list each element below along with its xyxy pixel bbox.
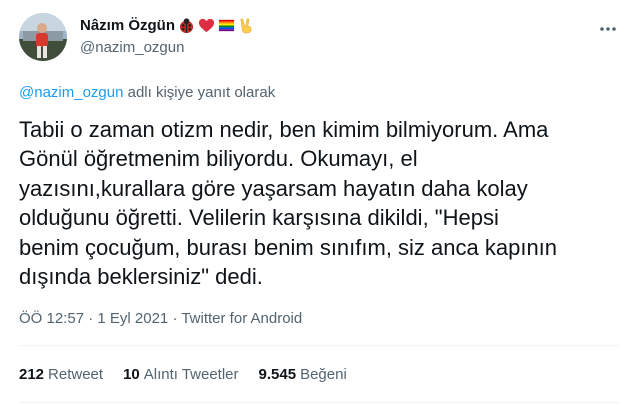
quote-tweets-stat[interactable]: 10 Alıntı Tweetler xyxy=(123,366,238,383)
tweet-detail: Nâzım Özgün @nazim_ozgun @nazim_ozgun ad… xyxy=(0,0,635,405)
meta-separator: · xyxy=(84,310,98,327)
quote-tweets-label: Alıntı Tweetler xyxy=(143,366,239,383)
tweet-stats: 212 Retweet 10 Alıntı Tweetler 9.545 Beğeni xyxy=(19,366,347,383)
retweets-count: 212 xyxy=(19,366,45,383)
meta-separator: · xyxy=(168,310,182,327)
likes-label: Beğeni xyxy=(300,366,347,383)
avatar-photo xyxy=(19,13,67,61)
reply-context-label: adlı kişiye yanıt olarak xyxy=(123,84,276,101)
user-handle[interactable]: @nazim_ozgun xyxy=(80,39,184,56)
avatar[interactable] xyxy=(19,13,67,61)
tweet-text: Tabii o zaman otizm nedir, ben kimim bil… xyxy=(19,117,558,290)
ladybug-icon xyxy=(178,17,195,34)
tweet-time[interactable]: ÖÖ 12:57 xyxy=(19,310,84,327)
divider xyxy=(19,345,619,346)
quote-tweets-count: 10 xyxy=(123,366,140,383)
divider xyxy=(19,402,619,403)
retweets-stat[interactable]: 212 Retweet xyxy=(19,366,103,383)
reply-context: @nazim_ozgun adlı kişiye yanıt olarak xyxy=(19,84,275,101)
rainbow-flag-icon xyxy=(218,17,235,34)
likes-count: 9.545 xyxy=(258,366,297,383)
tweet-date[interactable]: 1 Eyl 2021 xyxy=(97,310,168,327)
more-options-button[interactable] xyxy=(597,18,619,40)
victory-hand-icon xyxy=(238,17,255,34)
display-name[interactable]: Nâzım Özgün xyxy=(80,17,175,34)
likes-stat[interactable]: 9.545 Beğeni xyxy=(259,366,347,383)
reply-mention-link[interactable]: @nazim_ozgun xyxy=(19,84,123,101)
tweet-meta: ÖÖ 12:57 · 1 Eyl 2021 · Twitter for Andr… xyxy=(19,310,302,327)
red-heart-icon xyxy=(198,17,215,34)
retweets-label: Retweet xyxy=(48,366,104,383)
name-row: Nâzım Özgün xyxy=(80,14,255,36)
tweet-source[interactable]: Twitter for Android xyxy=(181,310,302,327)
more-dots-icon xyxy=(600,27,616,31)
